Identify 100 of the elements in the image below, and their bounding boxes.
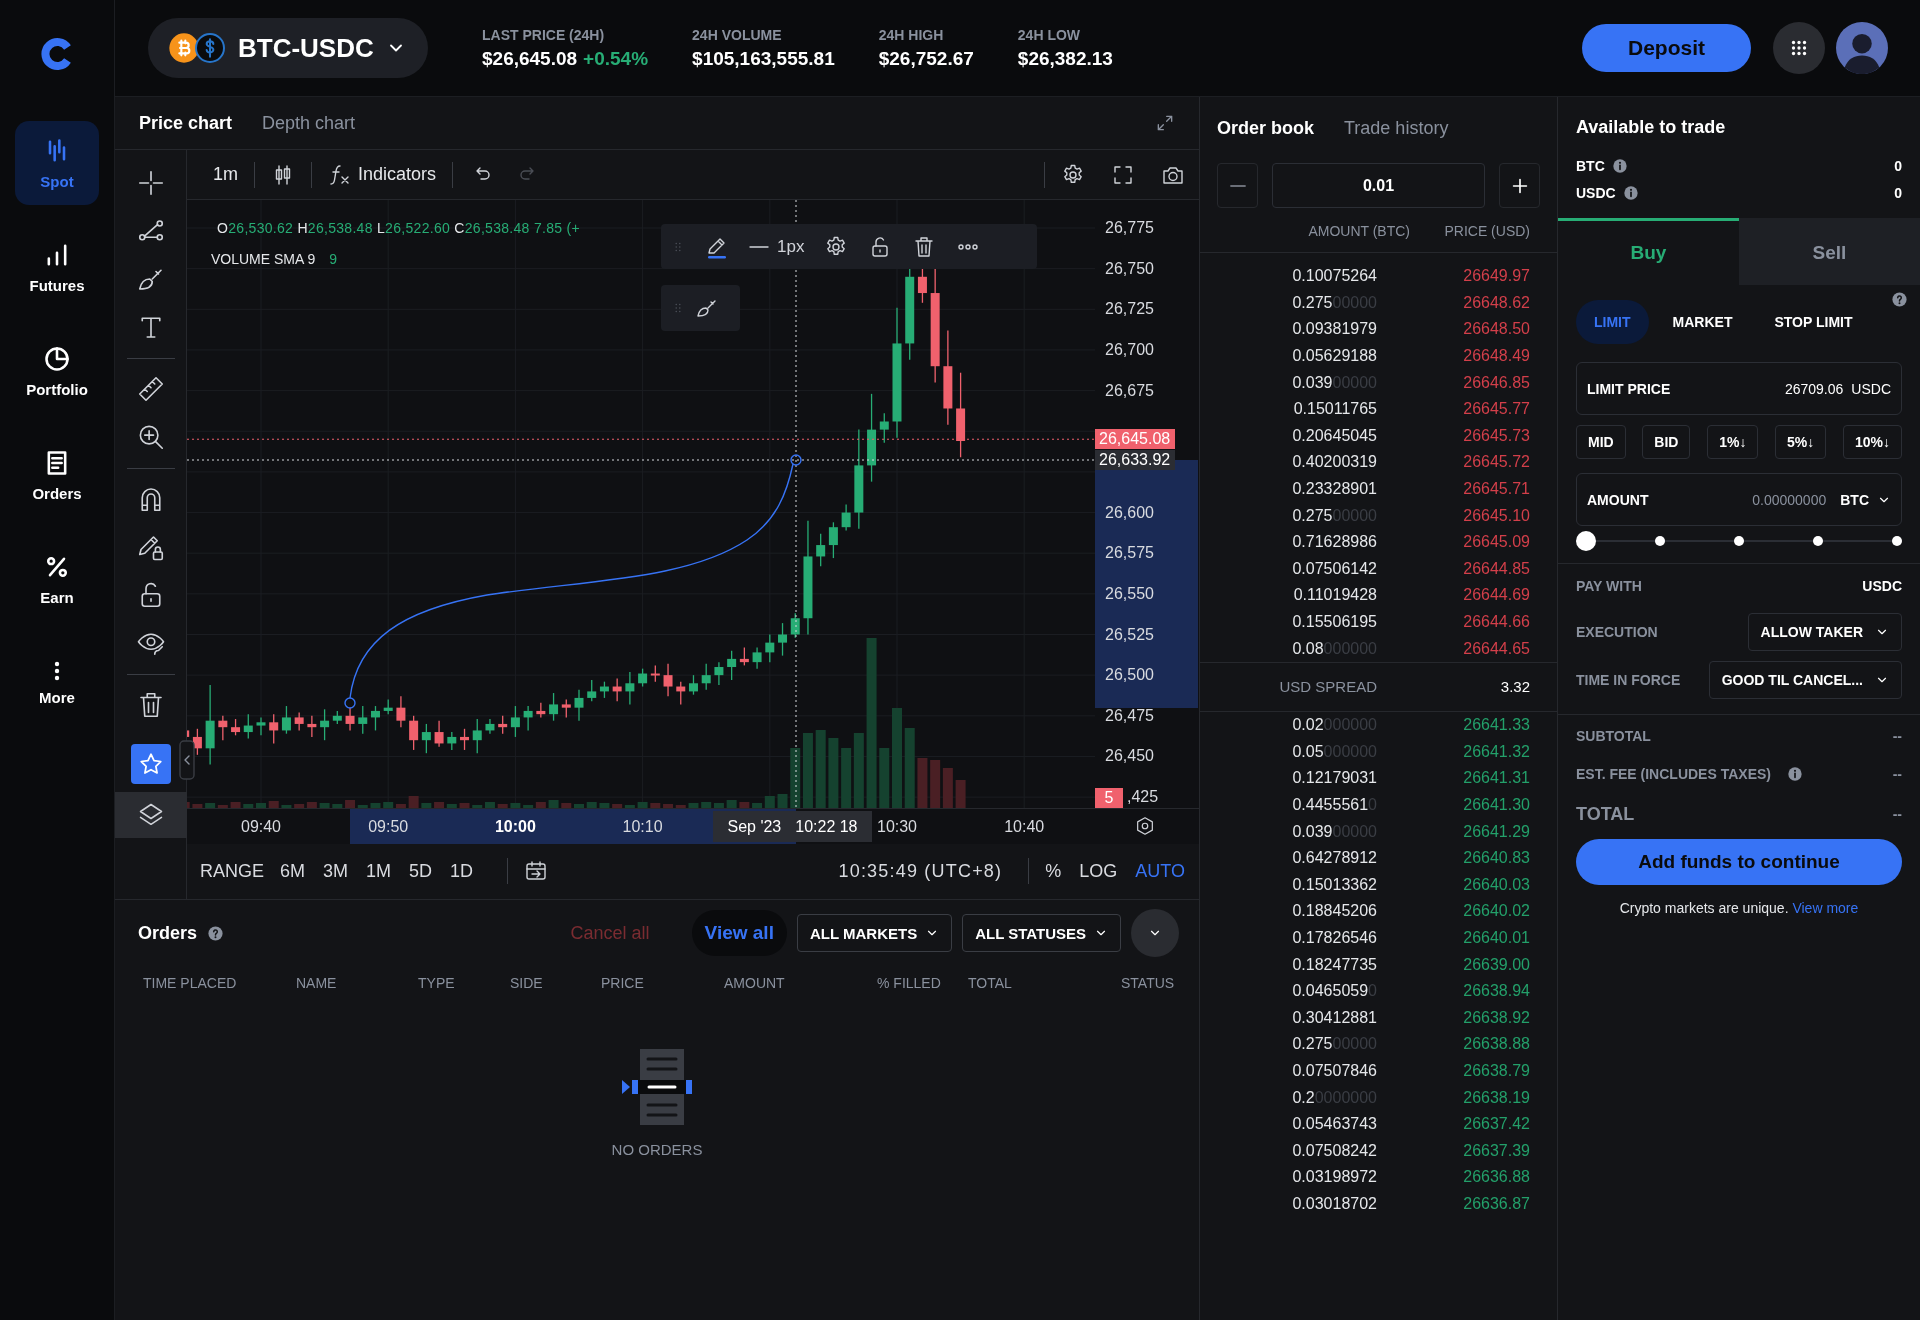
slider-stop[interactable]	[1892, 536, 1902, 546]
disclaimer-text: Crypto markets are unique. View more	[1618, 900, 1860, 916]
price-cell-text: 26640.01	[1462, 928, 1530, 947]
setting-label: EXECUTION	[1576, 624, 1658, 640]
axis-settings-icon[interactable]	[1134, 815, 1156, 837]
order-type-tab[interactable]: MARKET	[1654, 300, 1751, 344]
price-cell-text: 26645.73	[1462, 426, 1530, 445]
asset-label: BTC	[1576, 157, 1605, 174]
step-field[interactable]: 0.01	[1272, 163, 1485, 208]
amount-cell: 0.03018702	[1292, 1194, 1377, 1213]
nav-item[interactable]: More	[15, 641, 99, 725]
price-cell-text: 26638.79	[1462, 1061, 1530, 1080]
help-icon[interactable]	[1891, 291, 1908, 308]
range-button[interactable]: 3M	[323, 860, 349, 882]
stat-value: $26,645.08	[482, 47, 578, 70]
order-book-tab[interactable]: Order book	[1217, 118, 1314, 139]
chart-tab[interactable]: Depth chart	[262, 112, 356, 134]
amount-cell: 0.18845206	[1292, 902, 1377, 921]
nav-item[interactable]: Futures	[15, 225, 99, 309]
slider-stop[interactable]	[1655, 536, 1665, 546]
chart-tab[interactable]: Price chart	[139, 112, 233, 134]
summary-label: SUBTOTAL	[1576, 728, 1651, 744]
scale-toggle[interactable]: AUTO	[1135, 860, 1185, 882]
amount-cell: 0.05629188	[1292, 347, 1377, 366]
price-cell-text: 26648.49	[1462, 347, 1530, 366]
amount-cell: 0.07507846	[1292, 1061, 1377, 1080]
setting-dropdown[interactable]: GOOD TIL CANCEL...	[1708, 661, 1902, 699]
view-more-link[interactable]: View more	[1792, 900, 1859, 916]
collapse-handle[interactable]	[179, 740, 195, 780]
increase-button[interactable]	[1499, 163, 1540, 208]
scale-toggle[interactable]: %	[1045, 860, 1062, 882]
price-label: 26,575	[1105, 544, 1154, 563]
avatar[interactable]	[1836, 22, 1888, 74]
volume-label: VOLUME SMA 9	[211, 251, 316, 267]
price-cell-text: 26649.97	[1462, 267, 1530, 286]
nav-item[interactable]: Orders	[15, 433, 99, 517]
filter-dropdown[interactable]: ALL MARKETS	[796, 914, 953, 952]
amount-cell: 0.64278912	[1292, 849, 1377, 868]
drawn-curve[interactable]	[344, 454, 802, 709]
apps-button[interactable]	[1773, 22, 1825, 74]
preset-button[interactable]: BID	[1642, 425, 1691, 459]
pair-selector[interactable]: BTC-USDC	[148, 18, 428, 78]
order-type-tab[interactable]: STOP LIMIT	[1756, 300, 1871, 344]
nav-item[interactable]: Earn	[15, 537, 99, 621]
price-label: 26,450	[1105, 747, 1154, 766]
price-cell-text: 26644.66	[1462, 613, 1530, 631]
time-label: 10:00	[494, 817, 536, 836]
preset-button[interactable]: MID	[1576, 425, 1626, 459]
column-header: PRICE (USD)	[1443, 222, 1530, 239]
preset-button[interactable]: 1%↓	[1707, 425, 1759, 459]
expand-icon[interactable]	[1155, 113, 1175, 133]
setting-dropdown[interactable]: ALLOW TAKER	[1747, 613, 1902, 651]
info-icon[interactable]	[1611, 157, 1628, 174]
range-button[interactable]: 1D	[450, 860, 474, 882]
range-button[interactable]: 1M	[366, 860, 392, 882]
price-cell-text: 26639.00	[1462, 955, 1530, 974]
unit-dropdown[interactable]: BTC	[1840, 491, 1891, 508]
panel-title: Available to trade	[1575, 116, 1727, 139]
price-cell-text: 26641.33	[1462, 716, 1530, 735]
info-icon[interactable]	[1787, 766, 1803, 782]
help-icon[interactable]	[207, 924, 225, 942]
interval-button[interactable]: 1m	[213, 164, 238, 185]
column-header: TYPE	[418, 975, 456, 991]
preset-button[interactable]: 5%↓	[1775, 425, 1827, 459]
column-header: AMOUNT (BTC)	[1307, 222, 1410, 239]
amount-field[interactable]: AMOUNT 0.00000000 BTC	[1576, 473, 1902, 526]
favorites-button[interactable]	[130, 744, 171, 784]
limit-price-field[interactable]: LIMIT PRICE 26709.06 USDC	[1576, 362, 1902, 415]
side-tab[interactable]: Sell	[1739, 218, 1920, 285]
setting-label: TIME IN FORCE	[1576, 672, 1681, 688]
add-funds-button[interactable]: Add funds to continue	[1576, 839, 1902, 885]
amount-cell: 0.12179031	[1292, 769, 1377, 788]
amount-cell: 0.23328901	[1292, 480, 1377, 499]
slider-stop[interactable]	[1734, 536, 1744, 546]
slider-stop[interactable]	[1813, 536, 1823, 546]
crosshair-price-label: 26,633.92	[1095, 450, 1175, 470]
nav-item[interactable]: Portfolio	[15, 329, 99, 413]
calendar-icon[interactable]	[524, 859, 549, 883]
amount-cell: 0.07506142	[1292, 559, 1377, 578]
price-cell-text: 26640.83	[1462, 849, 1530, 868]
view-all-button[interactable]: View all	[691, 910, 787, 956]
order-type-tab[interactable]: LIMIT	[1576, 300, 1649, 344]
info-icon[interactable]	[1622, 184, 1639, 201]
scale-toggle[interactable]: LOG	[1079, 860, 1118, 882]
order-book-tab[interactable]: Trade history	[1344, 118, 1449, 139]
stat-label: 24H VOLUME	[692, 26, 783, 43]
range-button[interactable]: 5D	[409, 860, 433, 882]
indicators-button[interactable]: Indicators	[328, 162, 437, 187]
deposit-button[interactable]: Deposit	[1582, 24, 1751, 72]
spread-label: USD SPREAD	[1279, 678, 1377, 696]
preset-button[interactable]: 10%↓	[1842, 425, 1902, 459]
layers-button[interactable]	[114, 792, 187, 838]
amount-input[interactable]: 0.00000000	[1716, 491, 1827, 508]
nav-item[interactable]: Spot	[15, 121, 99, 205]
filter-dropdown[interactable]: ALL STATUSES	[962, 914, 1121, 952]
line-width-button[interactable]: 1px	[749, 236, 805, 257]
price-label: 26,475	[1105, 706, 1154, 725]
range-button[interactable]: 6M	[280, 860, 306, 882]
time-label: 10:40	[1004, 817, 1045, 836]
slider-thumb[interactable]	[1576, 531, 1596, 551]
